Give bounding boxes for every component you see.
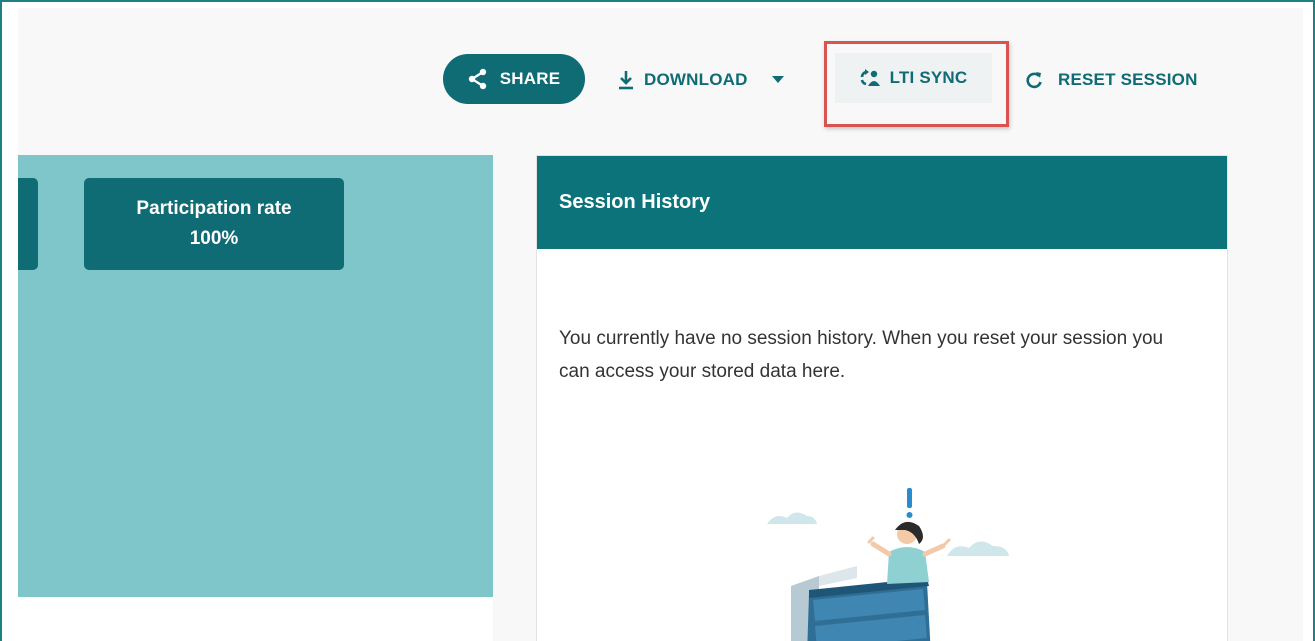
empty-state-illustration xyxy=(757,486,1027,641)
stats-panel: Participation rate 100% xyxy=(18,155,493,597)
participation-rate-value: 100% xyxy=(189,228,239,249)
share-label: SHARE xyxy=(499,69,561,88)
download-label: DOWNLOAD xyxy=(644,70,748,89)
share-icon xyxy=(468,68,488,90)
download-icon xyxy=(618,70,634,90)
session-history-header: Session History xyxy=(537,156,1227,249)
lti-sync-icon xyxy=(860,69,880,87)
reset-session-label: RESET SESSION xyxy=(1058,70,1198,89)
participation-rate-card: Participation rate 100% xyxy=(84,178,344,270)
share-button[interactable]: SHARE xyxy=(443,54,585,104)
lti-sync-button[interactable]: LTI SYNC xyxy=(835,53,992,103)
page: SHARE DOWNLOAD LTI SYNC RESET SESSION Pa… xyxy=(18,8,1303,641)
session-history-card: Session History You currently have no se… xyxy=(536,155,1228,641)
session-history-title: Session History xyxy=(559,191,711,213)
stat-card-partial xyxy=(18,178,38,270)
refresh-icon xyxy=(1026,71,1042,89)
panel-bottom-area xyxy=(18,597,493,641)
reset-session-button[interactable]: RESET SESSION xyxy=(1026,66,1198,94)
participation-rate-label: Participation rate xyxy=(136,198,292,219)
download-button[interactable]: DOWNLOAD xyxy=(618,66,784,94)
lti-sync-label: LTI SYNC xyxy=(889,68,968,87)
session-history-empty-message: You currently have no session history. W… xyxy=(559,328,1164,382)
caret-down-icon[interactable] xyxy=(771,76,784,84)
